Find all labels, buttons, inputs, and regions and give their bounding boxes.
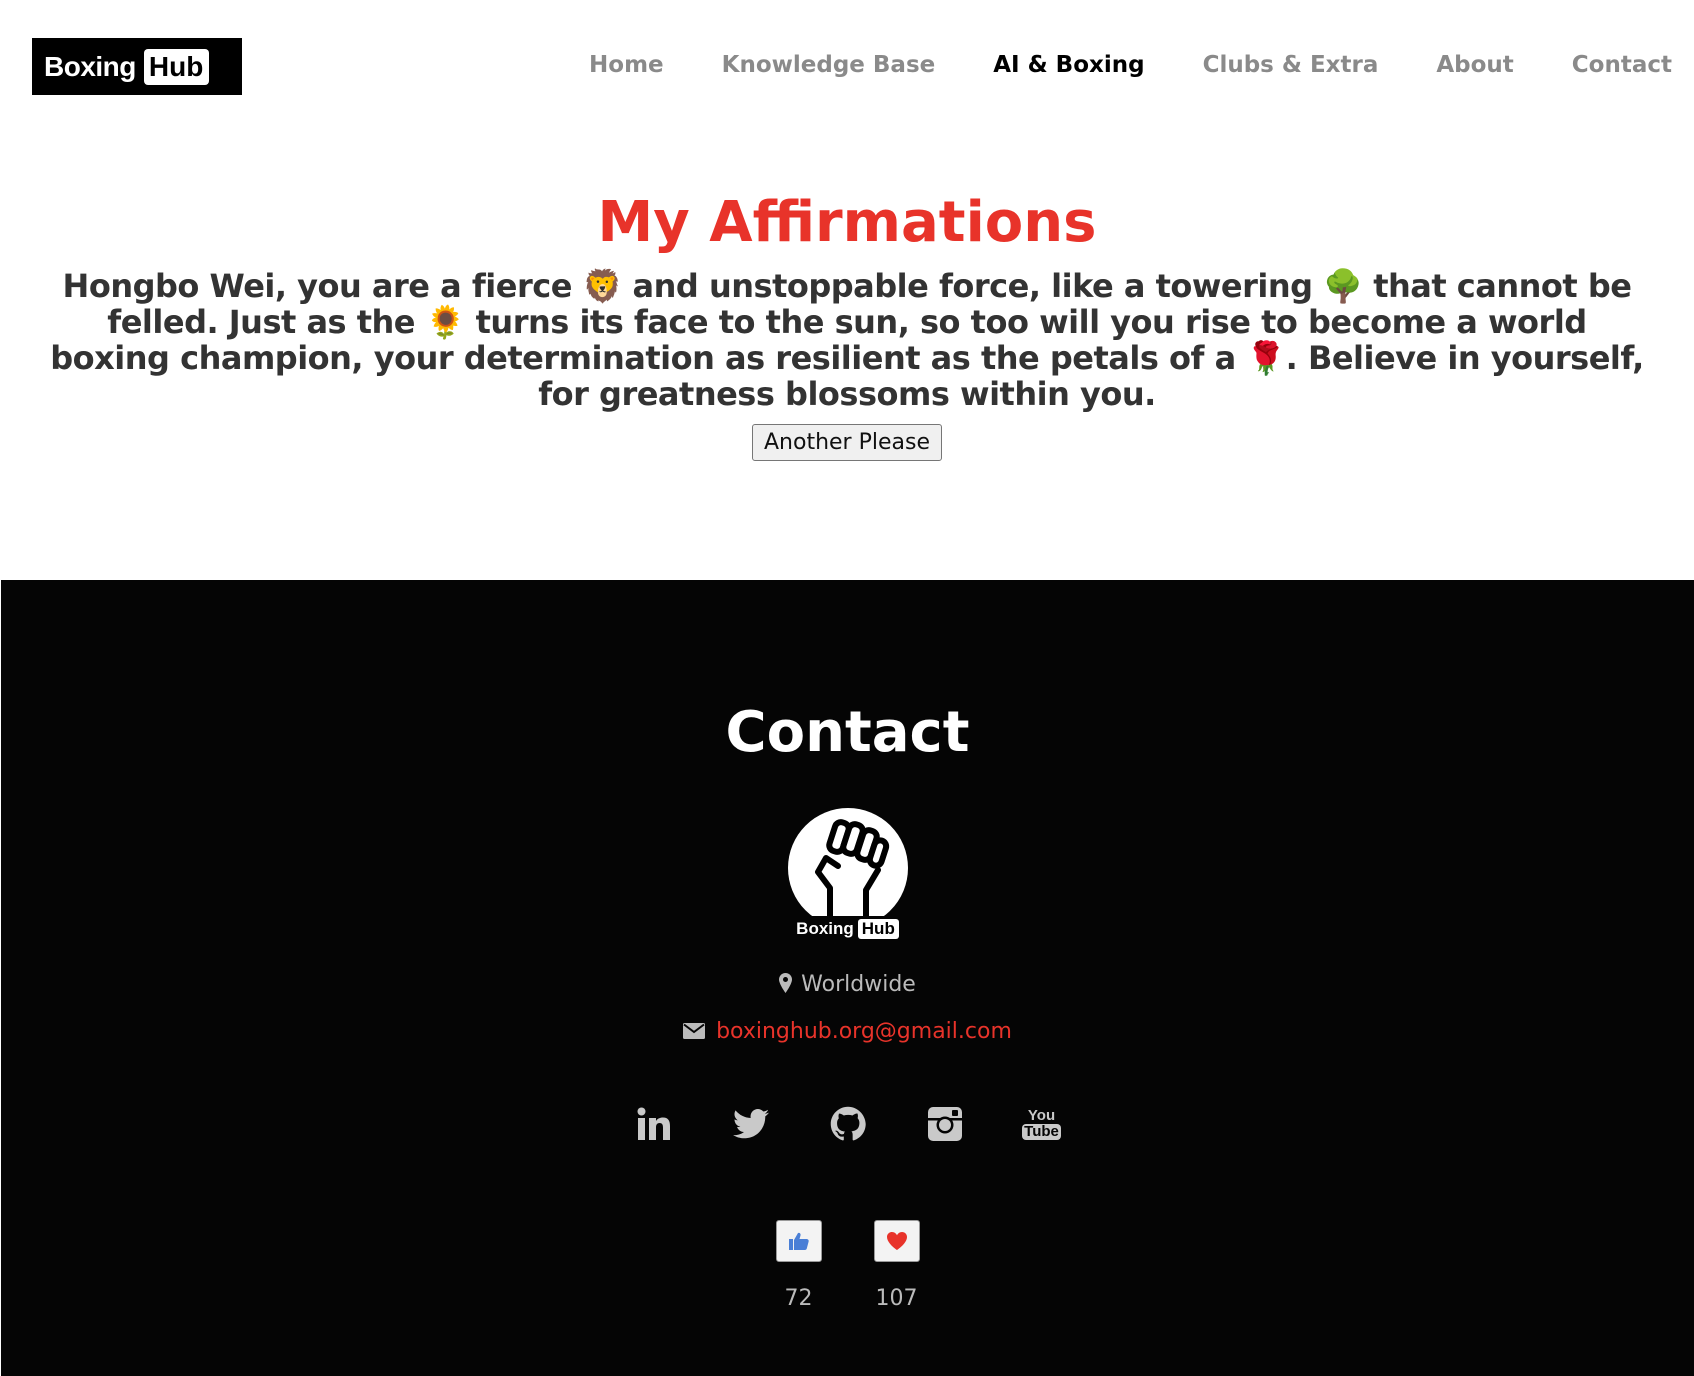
footer-logo-hub: Hub	[857, 919, 899, 939]
heart-button[interactable]	[873, 1220, 920, 1262]
youtube-icon[interactable]: You Tube	[1020, 1102, 1064, 1146]
email-link[interactable]: boxinghub.org@gmail.com	[716, 1019, 1012, 1044]
youtube-text-you: You	[1027, 1107, 1056, 1124]
location-row: Worldwide	[1, 972, 1694, 997]
email-row: boxinghub.org@gmail.com	[1, 1019, 1694, 1044]
nav-contact[interactable]: Contact	[1572, 52, 1672, 78]
like-button[interactable]	[775, 1220, 822, 1262]
nav-ai-boxing[interactable]: AI & Boxing	[993, 52, 1144, 78]
site-logo[interactable]: Boxing Hub	[32, 38, 242, 95]
linkedin-icon[interactable]	[632, 1102, 676, 1146]
location-text: Worldwide	[801, 972, 916, 997]
social-links: You Tube	[1, 1102, 1694, 1146]
another-please-button[interactable]: Another Please	[752, 424, 942, 461]
main-nav: Home Knowledge Base AI & Boxing Clubs & …	[531, 52, 1672, 78]
footer-logo-boxing: Boxing	[796, 919, 854, 938]
footer-logo-text: Boxing Hub	[786, 916, 910, 942]
github-icon[interactable]	[826, 1102, 870, 1146]
affirmations-section: My Affirmations Hongbo Wei, you are a fi…	[0, 150, 1694, 580]
nav-home[interactable]: Home	[589, 52, 664, 78]
youtube-text-tube: Tube	[1022, 1123, 1061, 1140]
thumbs-up-icon	[788, 1232, 809, 1250]
logo-text-hub: Hub	[143, 48, 210, 85]
affirmation-text: Hongbo Wei, you are a fierce 🦁 and unsto…	[50, 267, 1644, 413]
site-header: Boxing Hub Home Knowledge Base AI & Boxi…	[0, 0, 1694, 150]
twitter-icon[interactable]	[729, 1102, 773, 1146]
instagram-icon[interactable]	[923, 1102, 967, 1146]
like-reaction: 72	[775, 1220, 822, 1311]
logo-text-boxing: Boxing	[44, 50, 136, 82]
reactions: 72 107	[1, 1220, 1694, 1311]
footer-title: Contact	[725, 700, 970, 765]
like-count: 72	[784, 1286, 813, 1311]
heart-icon	[886, 1232, 907, 1250]
page-title: My Affirmations	[597, 190, 1097, 255]
heart-count: 107	[875, 1286, 918, 1311]
contact-footer: Contact Boxing Hub Worldwide boxinghub.o…	[1, 580, 1694, 1376]
map-marker-icon	[779, 973, 793, 993]
footer-logo: Boxing Hub	[777, 808, 918, 948]
heart-reaction: 107	[873, 1220, 920, 1311]
nav-knowledge-base[interactable]: Knowledge Base	[722, 52, 936, 78]
nav-clubs-extra[interactable]: Clubs & Extra	[1203, 52, 1379, 78]
envelope-icon	[683, 1023, 706, 1039]
nav-about[interactable]: About	[1436, 52, 1513, 78]
